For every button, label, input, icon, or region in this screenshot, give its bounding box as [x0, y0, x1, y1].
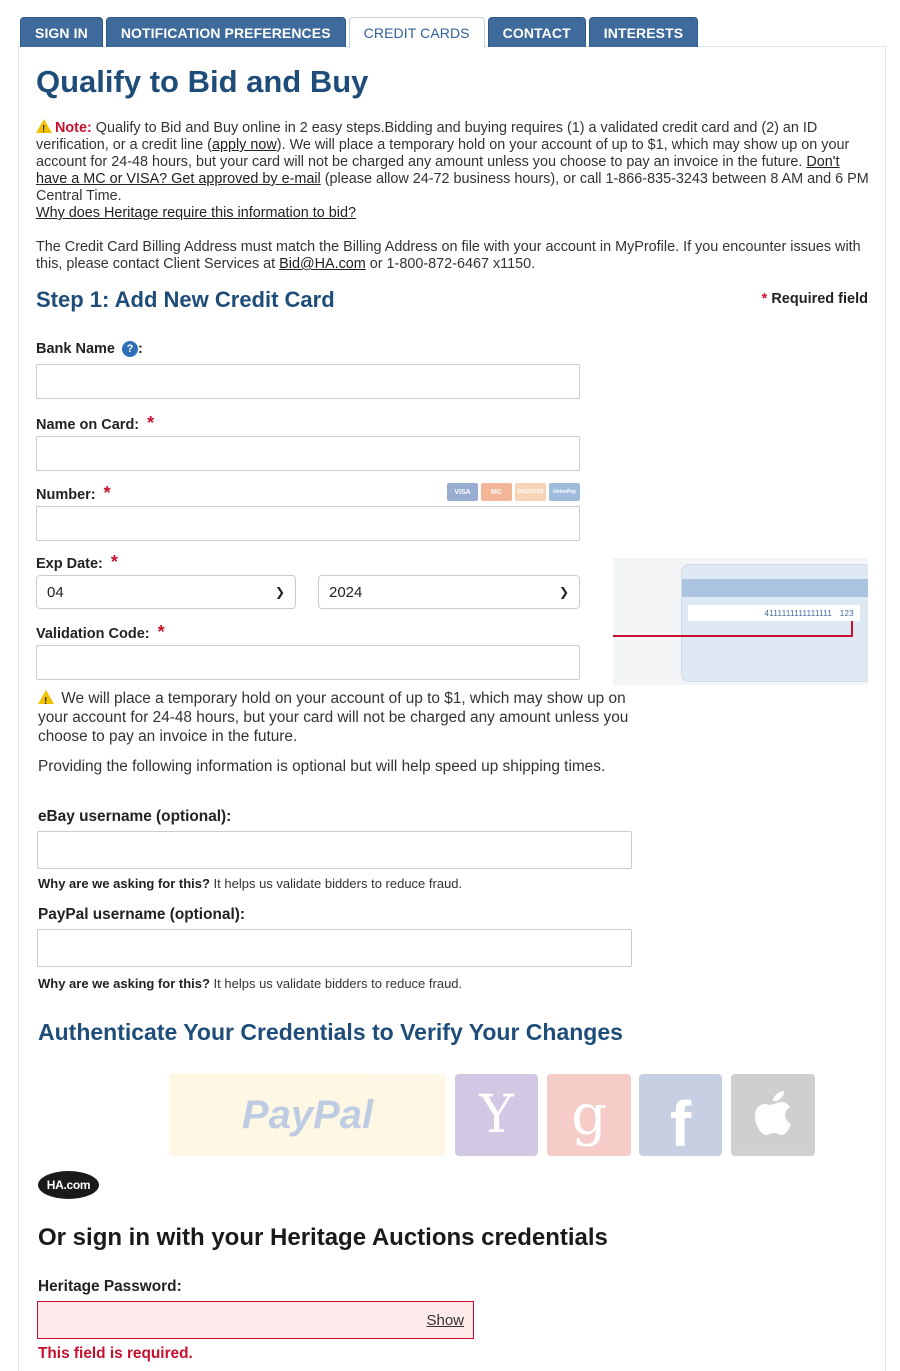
tab-bar: SIGN IN NOTIFICATION PREFERENCES CREDIT …: [20, 17, 699, 48]
magnetic-strip: [682, 579, 868, 597]
chevron-down-icon: ❯: [274, 585, 285, 599]
bank-name-label: Bank Name ?:: [36, 341, 143, 357]
exp-month-value: 04: [47, 583, 64, 601]
ebay-why-explanation: It helps us validate bidders to reduce f…: [209, 876, 463, 891]
page-title: Qualify to Bid and Buy: [36, 64, 369, 99]
unionpay-icon: UnionPay: [549, 483, 580, 501]
required-star: *: [147, 413, 155, 433]
tab-credit-cards[interactable]: CREDIT CARDS: [348, 17, 485, 48]
paypal-why-explanation: It helps us validate bidders to reduce f…: [209, 976, 463, 991]
step1-heading: Step 1: Add New Credit Card: [36, 287, 335, 312]
note-paragraph: Note: Qualify to Bid and Buy online in 2…: [36, 119, 872, 222]
mastercard-icon: MC: [481, 483, 512, 501]
paypal-why-text: Why are we asking for this? It helps us …: [38, 976, 462, 991]
password-input[interactable]: Show: [37, 1301, 474, 1339]
discover-icon: DISCOVER: [515, 483, 546, 501]
google-icon: g: [571, 1082, 607, 1148]
why-require-link[interactable]: Why does Heritage require this informati…: [36, 205, 356, 221]
validation-code-input[interactable]: [36, 645, 580, 680]
apple-icon: [755, 1091, 791, 1135]
alt-signin-heading: Or sign in with your Heritage Auctions c…: [38, 1224, 608, 1251]
paypal-auth-button[interactable]: PayPal: [169, 1074, 446, 1156]
card-number-input[interactable]: [36, 506, 580, 541]
facebook-auth-button[interactable]: f: [639, 1074, 722, 1160]
yahoo-icon: Y: [479, 1085, 514, 1145]
ebay-label: eBay username (optional):: [38, 808, 232, 825]
hold-notice-text: We will place a temporary hold on your a…: [38, 690, 629, 745]
password-label: Heritage Password:: [38, 1278, 182, 1295]
hold-notice: We will place a temporary hold on your a…: [38, 689, 638, 746]
exp-year-value: 2024: [329, 583, 363, 601]
name-on-card-label-text: Name on Card:: [36, 417, 140, 433]
number-label-text: Number:: [36, 487, 96, 503]
signature-strip: 4111111111111111 123: [688, 605, 860, 621]
bank-name-label-text: Bank Name: [36, 341, 115, 357]
name-on-card-label: Name on Card: *: [36, 413, 154, 434]
visa-icon: VISA: [447, 483, 478, 501]
exp-year-select[interactable]: 2024 ❯: [318, 575, 580, 609]
yahoo-auth-button[interactable]: Y: [455, 1074, 538, 1156]
required-star: *: [157, 622, 165, 642]
required-star: *: [761, 291, 768, 307]
note-label: Note:: [55, 120, 92, 136]
paypal-logo-text: PayPal: [241, 1092, 374, 1137]
cvv-pointer-arrow: [851, 621, 853, 637]
help-icon[interactable]: ?: [122, 341, 139, 357]
bank-name-input[interactable]: [36, 364, 580, 399]
warning-icon: [36, 119, 52, 138]
card-back-illustration: 4111111111111111 123: [681, 564, 868, 682]
billing-text-2: or 1-800-872-6467 x1150.: [365, 256, 536, 272]
tab-interests[interactable]: INTERESTS: [588, 17, 699, 47]
required-field-label: Required field: [771, 291, 868, 307]
tab-contact[interactable]: CONTACT: [487, 17, 586, 47]
optional-notice: Providing the following information is o…: [38, 758, 606, 775]
cvv-code: 123: [839, 608, 854, 618]
paypal-label: PayPal username (optional):: [38, 906, 245, 923]
chevron-down-icon: ❯: [558, 585, 569, 599]
password-error: This field is required.: [38, 1345, 193, 1362]
auth-heading: Authenticate Your Credentials to Verify …: [38, 1019, 623, 1045]
exp-month-select[interactable]: 04 ❯: [36, 575, 296, 609]
warning-icon: [38, 690, 54, 711]
cvv-example-image: 4111111111111111 123: [613, 558, 868, 685]
tab-sign-in[interactable]: SIGN IN: [20, 17, 103, 47]
number-label: Number: *: [36, 483, 111, 504]
ebay-why-text: Why are we asking for this? It helps us …: [38, 876, 462, 891]
apply-now-link[interactable]: apply now: [212, 137, 277, 153]
name-on-card-input[interactable]: [36, 436, 580, 471]
exp-date-label-text: Exp Date:: [36, 556, 103, 572]
card-logos: VISA MC DISCOVER UnionPay: [447, 483, 580, 501]
facebook-icon: f: [669, 1088, 692, 1160]
show-password-button[interactable]: Show: [426, 1312, 464, 1329]
email-link[interactable]: Bid@HA.com: [279, 256, 366, 272]
paypal-why-bold: Why are we asking for this?: [38, 976, 210, 991]
apple-auth-button[interactable]: [731, 1074, 815, 1156]
tab-notification-preferences[interactable]: NOTIFICATION PREFERENCES: [105, 17, 346, 47]
validation-code-label: Validation Code: *: [36, 622, 165, 643]
ebay-why-bold: Why are we asking for this?: [38, 876, 210, 891]
ha-logo: HA.com: [38, 1171, 99, 1199]
cvv-pointer-line: [613, 635, 853, 637]
exp-date-label: Exp Date: *: [36, 552, 118, 573]
validation-code-label-text: Validation Code:: [36, 626, 150, 642]
ebay-username-input[interactable]: [37, 831, 632, 869]
required-field-legend: * Required field: [762, 291, 868, 307]
required-star: *: [110, 552, 118, 572]
cvv-card-number: 4111111111111111: [764, 608, 833, 618]
billing-paragraph: The Credit Card Billing Address must mat…: [36, 239, 872, 273]
required-star: *: [103, 483, 111, 503]
google-auth-button[interactable]: g: [547, 1074, 631, 1156]
paypal-username-input[interactable]: [37, 929, 632, 967]
